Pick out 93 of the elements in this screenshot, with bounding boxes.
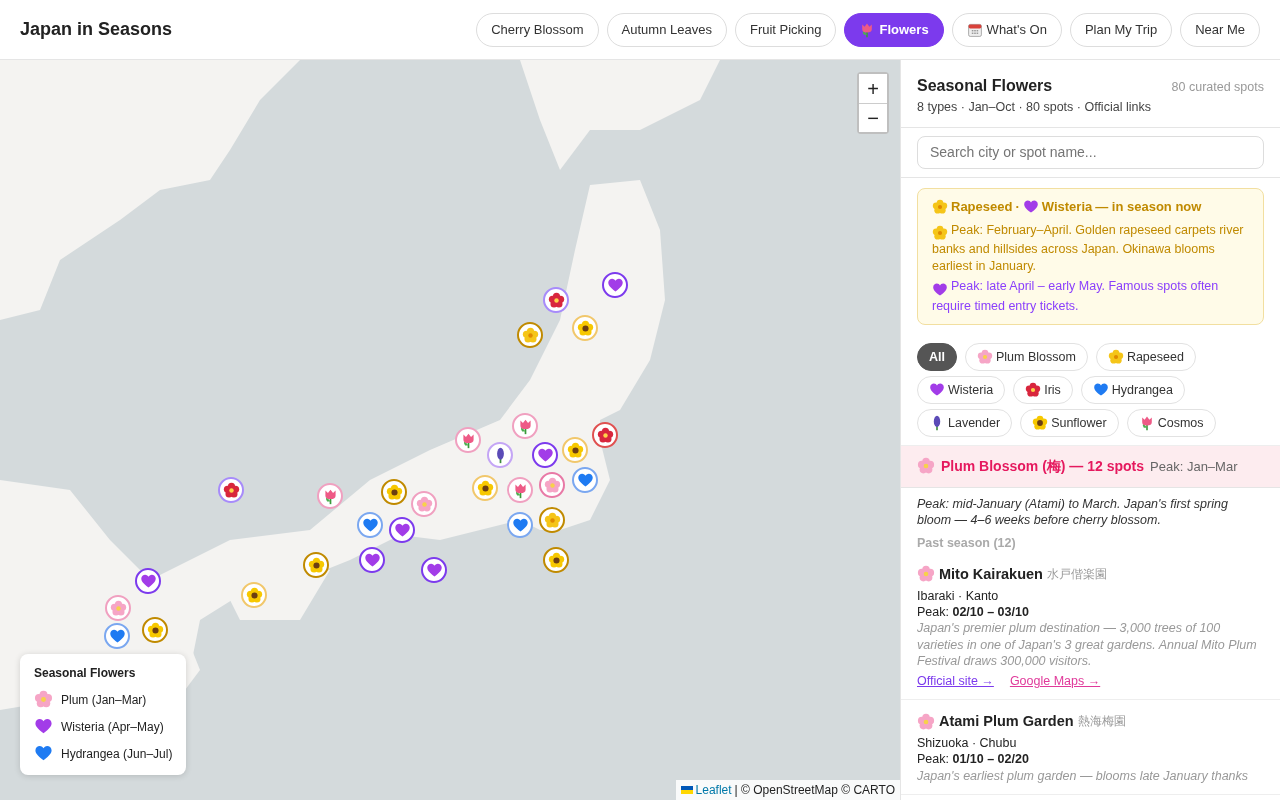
heart-icon [576, 471, 594, 489]
nav-tab[interactable]: Cherry Blossom [476, 12, 599, 47]
nav-tab[interactable]: Autumn Leaves [606, 12, 727, 47]
section-peak: Peak: Jan–Mar [1150, 457, 1238, 476]
native-name: 熱海梅園 [1077, 714, 1126, 730]
spot-peak: Peak: 02/10 – 03/10 [917, 604, 1030, 621]
spot-location: Shizuoka · Chubu [917, 735, 1018, 752]
flower-icon [1107, 348, 1124, 365]
filter-chip[interactable]: Hydrangea [1080, 375, 1185, 404]
flower-icon [543, 511, 561, 529]
nav-tab[interactable]: Near Me [1180, 12, 1260, 47]
filter-chip[interactable]: Sunflower [1020, 408, 1119, 437]
spot-description: Japan's earliest plum garden — blooms late January thanks [917, 767, 1250, 784]
panel-title: Seasonal Flowers [917, 76, 1053, 96]
sunflower-icon [547, 551, 565, 569]
filter-chip[interactable]: Iris [1013, 375, 1073, 404]
nav-tab[interactable]: Flowers [844, 12, 944, 47]
spot-link[interactable]: Official site → [917, 673, 994, 690]
flower-icon [547, 291, 565, 309]
flower-icon [543, 476, 561, 494]
spot-link[interactable]: Google Maps → [1009, 673, 1101, 690]
season-status: Past season (12) [916, 535, 1017, 553]
flower-icon [917, 457, 935, 476]
legend-label: Plum (Jan–Mar) [61, 691, 147, 709]
flower-icon [917, 712, 935, 731]
heart-icon [932, 281, 948, 298]
flower-icon [34, 690, 53, 709]
heart-icon [606, 276, 624, 294]
notice-flower: Wisteria [1041, 198, 1093, 216]
notice-flower: Rapeseed [951, 198, 1013, 216]
heart-icon [363, 551, 381, 569]
flower-icon [1025, 381, 1042, 398]
site-title: Japan in Seasons [20, 18, 173, 41]
sunflower-icon [245, 586, 263, 604]
nav-tab[interactable]: What's On [951, 12, 1062, 47]
search-field[interactable]: Search city or spot name... [917, 135, 1264, 169]
flower-icon [596, 426, 614, 444]
leaflet-link[interactable]: Leaflet [695, 781, 732, 799]
section-title: Plum Blossom (梅) — 12 spots [941, 456, 1145, 476]
nav-tab[interactable]: Fruit Picking [734, 12, 837, 47]
heart-icon [511, 516, 529, 534]
filter-chip[interactable]: Lavender [917, 408, 1013, 437]
flower-icon [917, 565, 935, 584]
flower-icon [521, 326, 539, 344]
filter-chip[interactable]: All [917, 342, 957, 371]
panel-subtitle: 8 types · Jan–Oct · 80 spots · Official links [917, 99, 1152, 116]
notice-text: Peak: late April – early May. Famous spots often require timed entry tickets. [932, 277, 1220, 314]
sunflower-icon [1032, 414, 1049, 431]
flower-icon [977, 348, 993, 365]
sunflower-icon [566, 441, 584, 459]
calendar-icon [966, 21, 983, 38]
heart-icon [139, 572, 157, 590]
heart-icon [929, 381, 945, 398]
spot-count: 80 curated spots [1171, 79, 1264, 96]
heart-icon [108, 627, 126, 645]
notice-suffix: — in season now [1095, 198, 1202, 216]
zoom-out-button[interactable]: − [859, 103, 887, 132]
spot-name[interactable]: Atami Plum Garden [939, 712, 1074, 732]
sunflower-icon [307, 556, 325, 574]
spot-name[interactable]: Mito Kairakuen [939, 565, 1043, 584]
flower-icon [222, 481, 240, 499]
filter-chip[interactable]: Wisteria [917, 375, 1006, 404]
heart-icon [393, 521, 411, 539]
spot-peak: Peak: 01/10 – 02/20 [917, 751, 1030, 768]
flower-icon [109, 599, 127, 617]
heart-icon [1092, 381, 1109, 398]
nav-tab[interactable]: Plan My Trip [1069, 12, 1173, 47]
filter-chip[interactable]: Cosmos [1126, 408, 1216, 437]
heart-icon [34, 744, 53, 763]
heart-icon [536, 446, 554, 464]
filter-chip[interactable]: Plum Blossom [965, 342, 1088, 371]
attribution-text: | © OpenStreetMap © CARTO [734, 782, 895, 799]
section-description: Peak: mid-January (Atami) to March. Japan's first spring bloom — 4–6 weeks before cherry blossom. [916, 495, 1229, 529]
flower-icon [932, 199, 948, 216]
sunflower-icon [576, 319, 594, 337]
heart-icon [425, 561, 443, 579]
flower-icon [932, 225, 948, 242]
legend-title: Seasonal Flowers [34, 665, 137, 682]
heart-icon [361, 516, 379, 534]
legend-label: Hydrangea (Jun–Jul) [61, 745, 173, 763]
spot-location: Ibaraki · Kanto [917, 587, 1000, 605]
sunflower-icon [146, 621, 164, 639]
native-name: 水戸偕楽園 [1046, 566, 1107, 583]
heart-icon [34, 717, 53, 736]
sunflower-icon [385, 483, 403, 501]
spot-description: Japan's premier plum destination — 3,000 trees of 100 varieties in one of Japan's 3 great gardens. Annual Mito Plum Festival draws 300,000 visitors. [917, 620, 1258, 670]
notice-text: Peak: February–April. Golden rapeseed carpets river banks and hillsides across Japan. Okinawa blooms earliest in January. [932, 221, 1245, 274]
flower-icon [415, 495, 433, 513]
filter-chip[interactable]: Rapeseed [1095, 342, 1196, 371]
sunflower-icon [476, 479, 494, 497]
separator: · [1015, 198, 1020, 216]
legend-label: Wisteria (Apr–May) [61, 718, 164, 736]
flag-icon [680, 786, 693, 794]
